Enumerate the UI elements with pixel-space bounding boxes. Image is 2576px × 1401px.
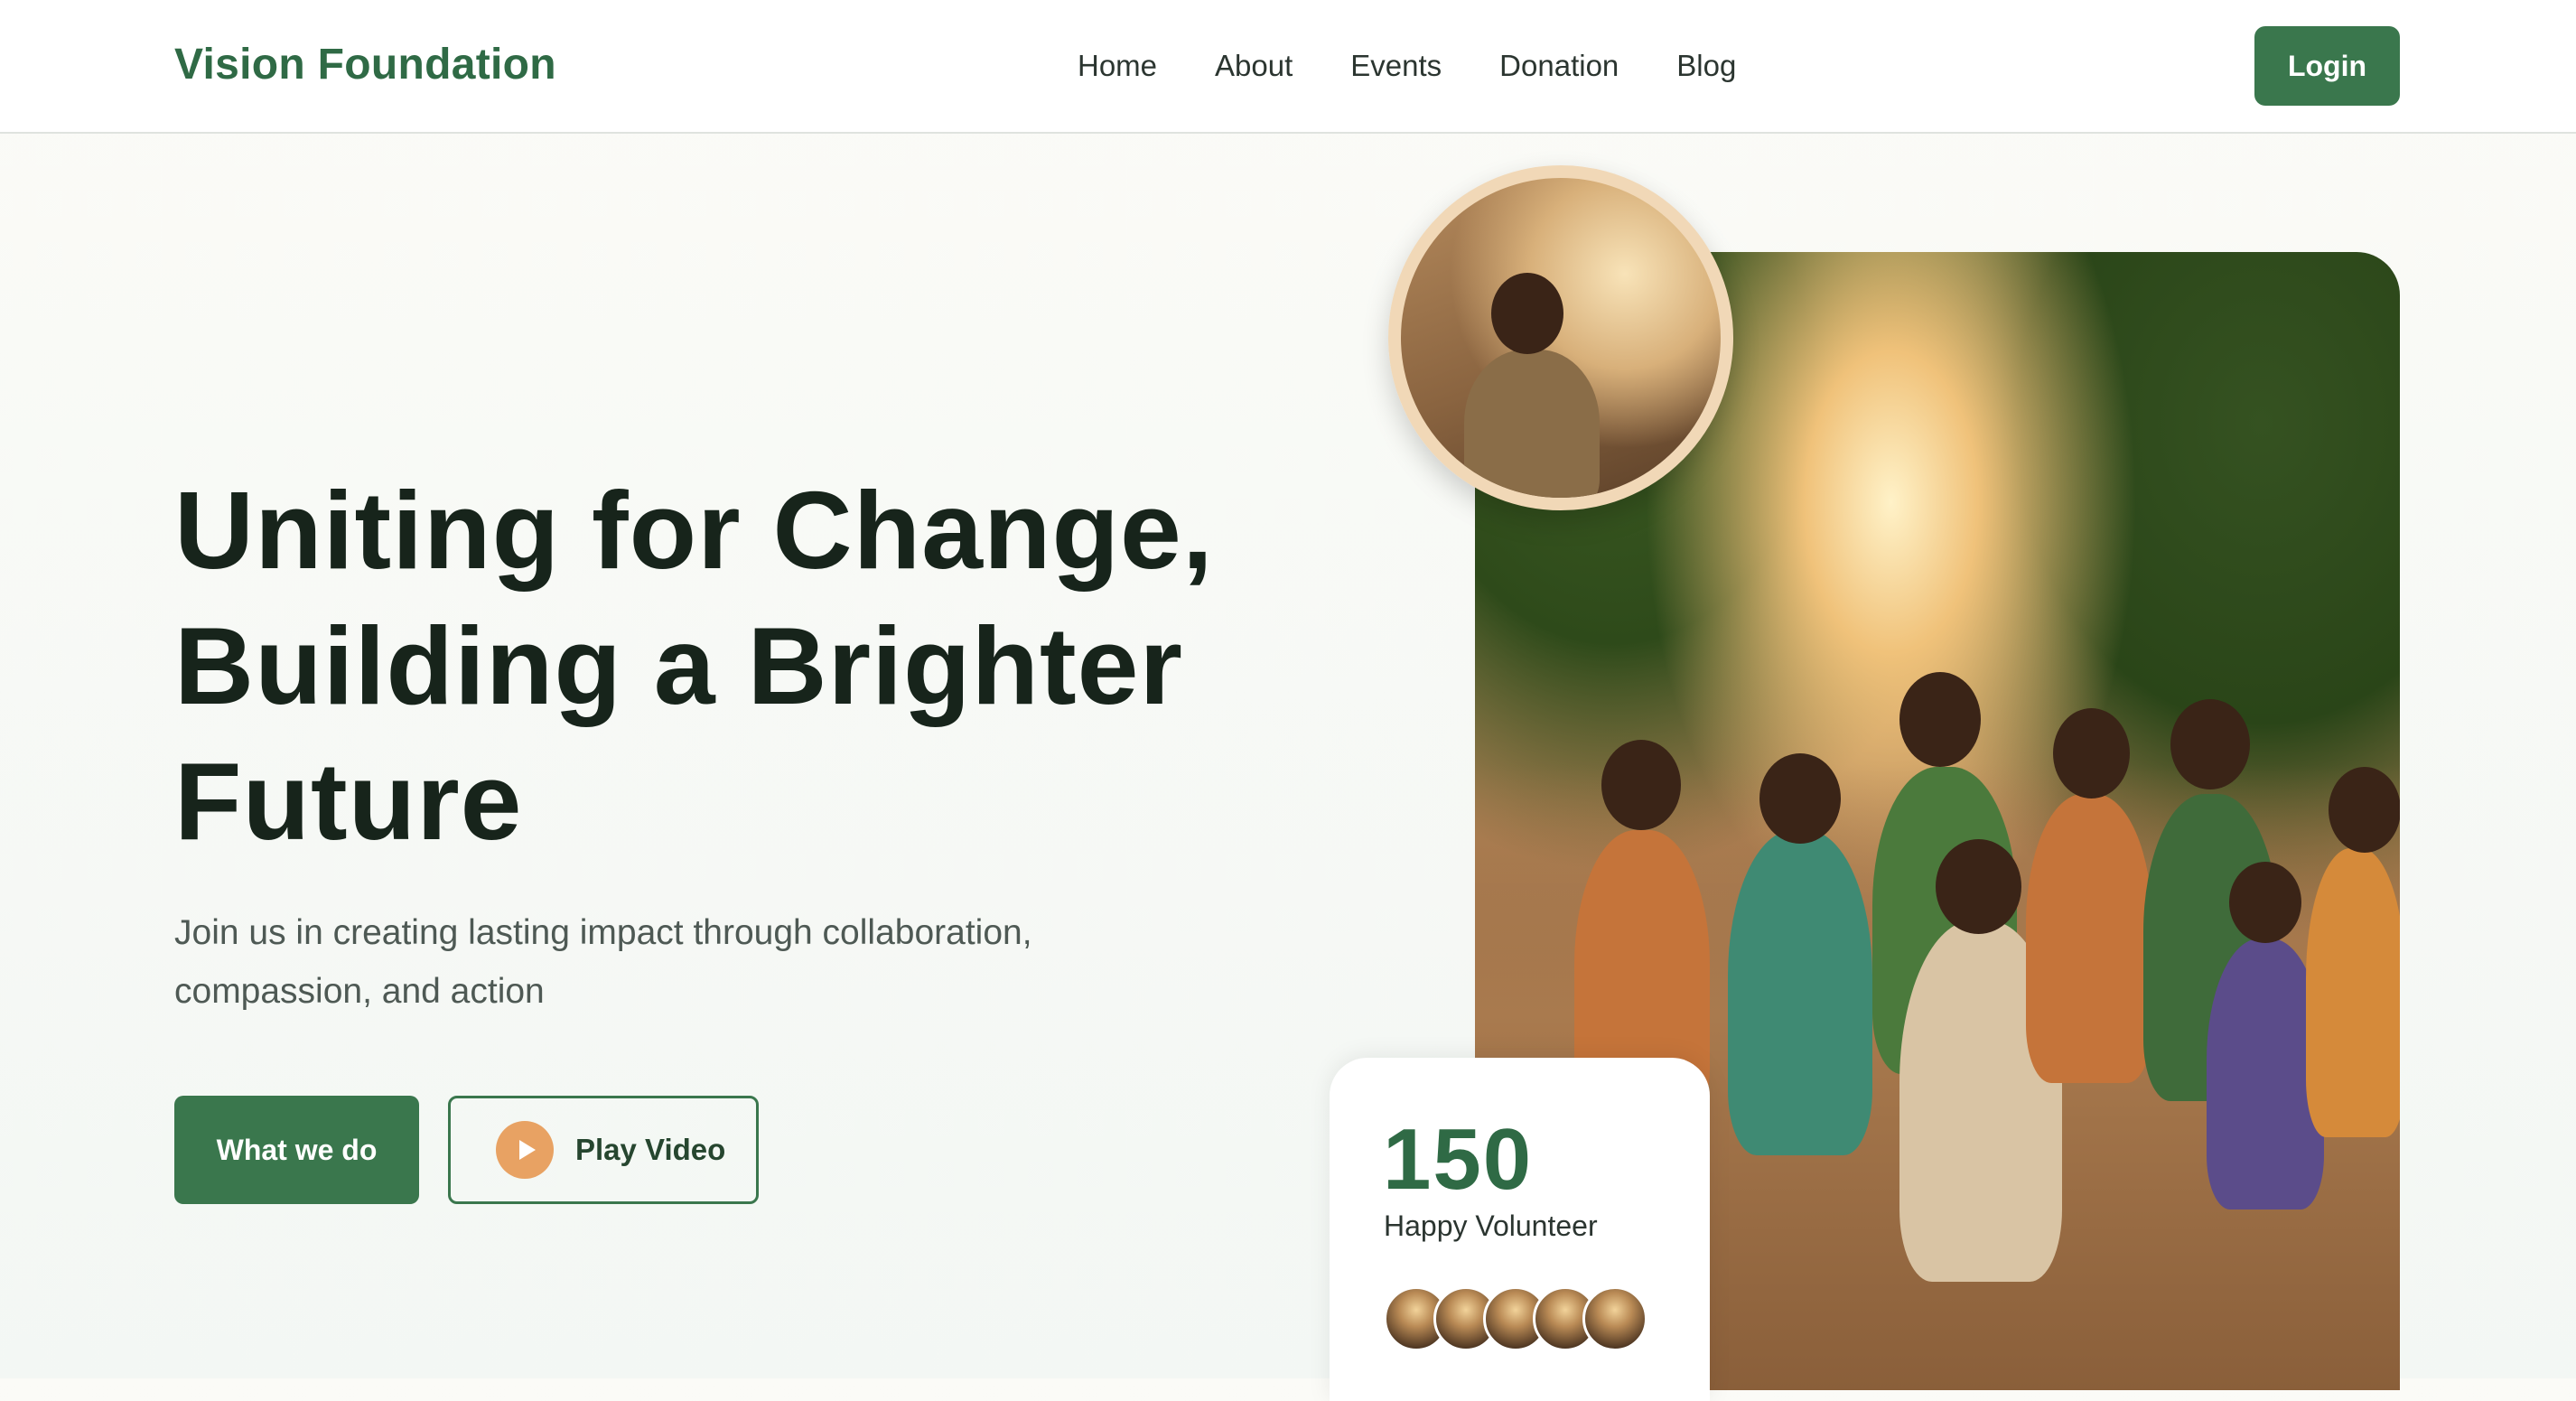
what-we-do-button[interactable]: What we do: [174, 1096, 419, 1204]
photo-figure-head: [1759, 753, 1841, 844]
photo-figure: [2306, 848, 2400, 1137]
avatar: [1582, 1286, 1647, 1351]
volunteer-label: Happy Volunteer: [1384, 1210, 1598, 1242]
main-nav: Home About Events Donation Blog: [1078, 49, 1736, 83]
play-icon: [496, 1121, 554, 1179]
play-video-button[interactable]: Play Video: [448, 1096, 759, 1204]
site-logo[interactable]: Vision Foundation: [174, 40, 556, 89]
photo-figure-head: [2229, 862, 2301, 943]
hero-headline: Uniting for Change, Building a Brighter …: [174, 462, 1303, 869]
nav-link-home[interactable]: Home: [1078, 49, 1157, 83]
headline-line-3: Future: [174, 740, 523, 863]
nav-link-blog[interactable]: Blog: [1676, 49, 1736, 83]
site-header: Vision Foundation Home About Events Dona…: [0, 0, 2576, 134]
login-button[interactable]: Login: [2254, 26, 2400, 106]
water-well-photo: [1388, 165, 1733, 510]
photo-figure-head: [2329, 767, 2400, 853]
volunteer-stats-card: 150 Happy Volunteer: [1330, 1058, 1710, 1401]
photo-figure-head: [1899, 672, 1981, 767]
photo-figure-head: [2053, 708, 2130, 799]
photo-figure: [1728, 830, 1872, 1155]
nav-link-events[interactable]: Events: [1350, 49, 1442, 83]
nav-link-about[interactable]: About: [1215, 49, 1293, 83]
photo-figure-head: [2170, 699, 2250, 789]
nav-link-donation[interactable]: Donation: [1499, 49, 1619, 83]
subtitle-line-1: Join us in creating lasting impact throu…: [174, 913, 1032, 952]
photo-figure-head: [1491, 273, 1563, 354]
play-video-label: Play Video: [575, 1133, 726, 1166]
volunteer-count: 150: [1383, 1111, 1534, 1208]
photo-figure-head: [1936, 839, 2021, 934]
hero-subtitle: Join us in creating lasting impact throu…: [174, 903, 1168, 1021]
photo-figure: [1464, 350, 1600, 498]
volunteer-avatars: [1384, 1286, 1655, 1355]
headline-line-2: Building a Brighter: [174, 604, 1183, 727]
photo-figure: [2026, 794, 2152, 1083]
headline-line-1: Uniting for Change,: [174, 469, 1214, 592]
photo-figure-head: [1601, 740, 1681, 830]
subtitle-line-2: compassion, and action: [174, 972, 545, 1011]
